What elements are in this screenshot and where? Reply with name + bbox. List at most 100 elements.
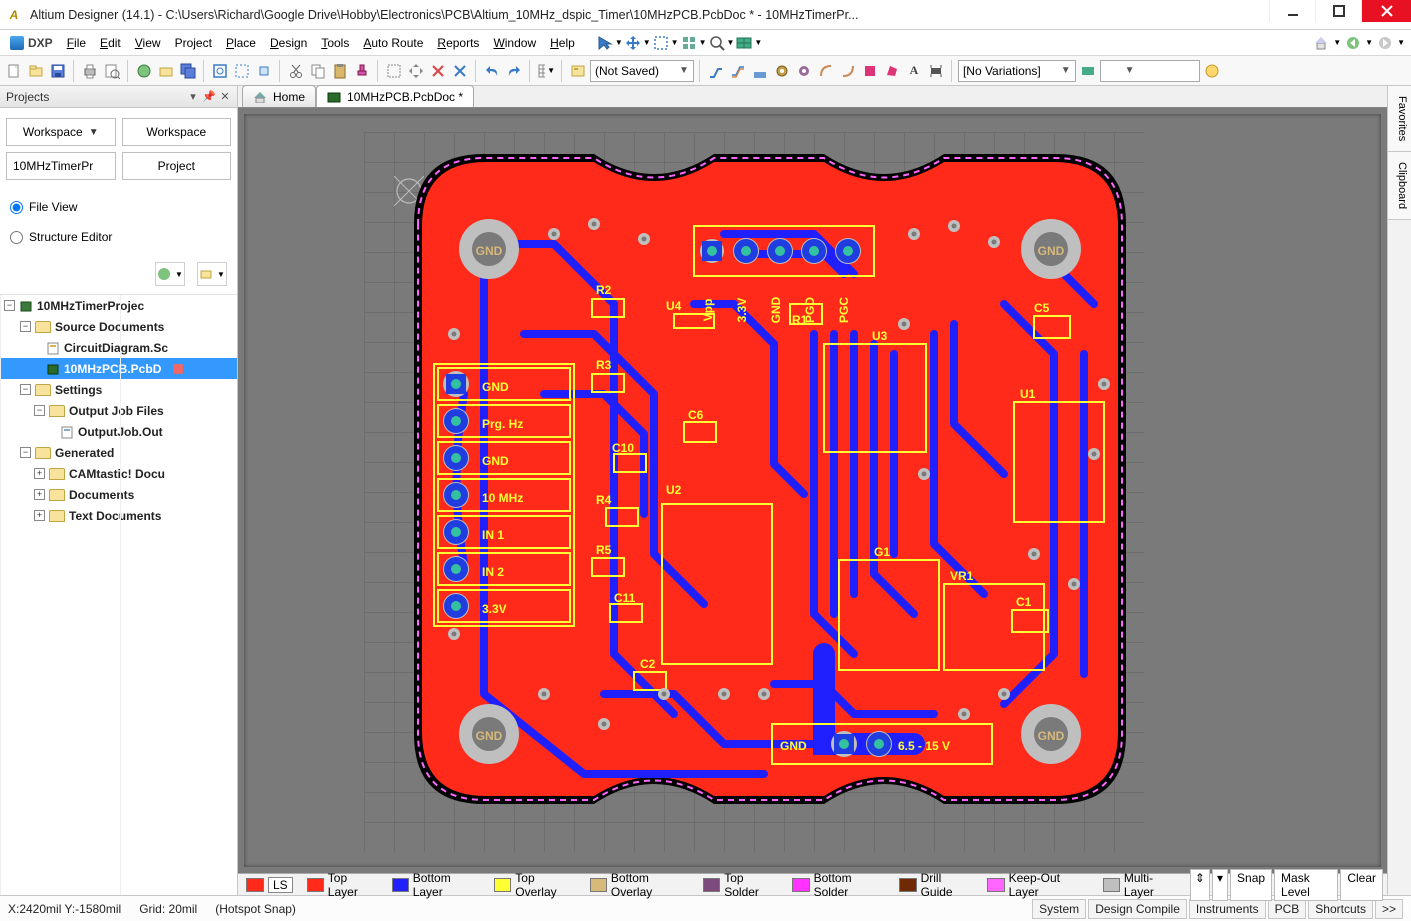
menu-window[interactable]: Window	[487, 34, 542, 52]
mask-level[interactable]: Mask Level	[1274, 869, 1338, 901]
paste-button[interactable]	[330, 61, 350, 81]
tree-toggle-icon[interactable]: −	[20, 447, 31, 458]
layer-top[interactable]: Top Layer	[303, 871, 382, 899]
workspace-dropdown-button[interactable]: Workspace▼	[6, 118, 116, 146]
select-mode-dropdown[interactable]: ▼	[597, 35, 623, 51]
print-button[interactable]	[80, 61, 100, 81]
extra-combo[interactable]: ▼	[1100, 60, 1200, 82]
tree-toggle-icon[interactable]: +	[34, 510, 45, 521]
layer-multi[interactable]: Multi-Layer	[1099, 871, 1184, 899]
zoom-area-button[interactable]	[232, 61, 252, 81]
move-mode-dropdown[interactable]: ▼	[625, 35, 651, 51]
minimize-button[interactable]	[1269, 0, 1315, 22]
layer-grid-dropdown[interactable]: ▼	[736, 35, 762, 51]
layer-bottom-solder[interactable]: Bottom Solder	[788, 871, 889, 899]
route-diff-button[interactable]	[728, 61, 748, 81]
menu-place[interactable]: Place	[220, 34, 262, 52]
tab-pcb[interactable]: 10MHzPCB.PcbDoc *	[316, 85, 474, 107]
place-pad-button[interactable]	[772, 61, 792, 81]
align-dropdown[interactable]: ▼	[681, 35, 707, 51]
nav-forward-icon[interactable]	[1377, 35, 1393, 51]
route-track-button[interactable]	[706, 61, 726, 81]
tree-toggle-icon[interactable]: −	[20, 384, 31, 395]
status-shortcuts[interactable]: Shortcuts	[1308, 899, 1373, 919]
project-tree[interactable]: −10MHzTimerProjec −Source Documents Circ…	[0, 294, 237, 895]
project-options-button[interactable]: ▼	[197, 262, 227, 286]
menu-reports[interactable]: Reports	[431, 34, 485, 52]
tree-text-documents[interactable]: +Text Documents	[0, 505, 237, 526]
menu-project[interactable]: Project	[169, 34, 218, 52]
status-pcb[interactable]: PCB	[1268, 899, 1307, 919]
open-project-button[interactable]	[156, 61, 176, 81]
tree-toggle-icon[interactable]: +	[34, 468, 45, 479]
compile-button[interactable]: ▼	[155, 262, 185, 286]
zoom-fit-button[interactable]	[210, 61, 230, 81]
zoom-selected-button[interactable]	[254, 61, 274, 81]
select-button[interactable]	[384, 61, 404, 81]
move-button[interactable]	[406, 61, 426, 81]
tree-source-documents[interactable]: −Source Documents CircuitDiagram.Sc 10MH…	[0, 316, 237, 379]
close-button[interactable]	[1361, 0, 1411, 22]
redo-button[interactable]	[504, 61, 524, 81]
status-design-compile[interactable]: Design Compile	[1088, 899, 1187, 919]
menu-design[interactable]: Design	[264, 34, 313, 52]
new-doc-button[interactable]	[4, 61, 24, 81]
tree-output-job-file[interactable]: OutputJob.Out	[0, 421, 237, 442]
snapshot-combo[interactable]: (Not Saved) ▼	[590, 60, 694, 82]
rubber-stamp-button[interactable]	[352, 61, 372, 81]
place-arc-center-button[interactable]	[838, 61, 858, 81]
project-button[interactable]: Project	[122, 152, 232, 180]
tab-home[interactable]: Home	[242, 85, 316, 107]
workspace-button[interactable]: Workspace	[122, 118, 232, 146]
tree-toggle-icon[interactable]: +	[34, 489, 45, 500]
dxp-menu[interactable]: DXP	[4, 32, 59, 54]
clear-button[interactable]: Clear	[1340, 869, 1383, 901]
menu-help[interactable]: Help	[544, 34, 581, 52]
tree-output-job-files[interactable]: −Output Job Files OutputJob.Out	[0, 400, 237, 442]
tree-documents[interactable]: +Documents	[0, 484, 237, 505]
menu-autoroute[interactable]: Auto Route	[357, 34, 429, 52]
structure-editor-radio[interactable]: Structure Editor	[10, 222, 227, 252]
tree-toggle-icon[interactable]: −	[20, 321, 31, 332]
right-tab-clipboard[interactable]: Clipboard	[1388, 152, 1411, 220]
layer-bottom[interactable]: Bottom Layer	[388, 871, 485, 899]
tree-toggle-icon[interactable]: −	[34, 405, 45, 416]
grid-dropdown-button[interactable]: ▼	[536, 61, 556, 81]
panel-dropdown-icon[interactable]: ▾	[187, 91, 199, 103]
menu-view[interactable]: View	[129, 34, 167, 52]
undo-button[interactable]	[482, 61, 502, 81]
place-component-button[interactable]	[926, 61, 946, 81]
status-more[interactable]: >>	[1375, 899, 1403, 919]
right-tab-favorites[interactable]: Favorites	[1388, 86, 1411, 152]
layer-top-solder[interactable]: Top Solder	[699, 871, 782, 899]
nav-back-icon[interactable]	[1345, 35, 1361, 51]
save-button[interactable]	[48, 61, 68, 81]
project-name-field[interactable]: 10MHzTimerPr	[6, 152, 116, 180]
layer-bottom-overlay[interactable]: Bottom Overlay	[586, 871, 693, 899]
deselect-button[interactable]	[428, 61, 448, 81]
altium-portal-button[interactable]	[1202, 61, 1222, 81]
tree-pcb-doc[interactable]: 10MHzPCB.PcbD	[0, 358, 237, 379]
cut-button[interactable]	[286, 61, 306, 81]
save-all-button[interactable]	[178, 61, 198, 81]
file-view-radio[interactable]: File View	[10, 192, 227, 222]
menu-tools[interactable]: Tools	[315, 34, 355, 52]
pcb-canvas[interactable]: GND GND GND GND Vpp 3.3V GND PGD	[238, 108, 1387, 873]
place-polygon-button[interactable]	[882, 61, 902, 81]
home-icon[interactable]	[1313, 35, 1329, 51]
tree-root[interactable]: −10MHzTimerProjec −Source Documents Circ…	[0, 295, 237, 526]
place-via-button[interactable]	[794, 61, 814, 81]
status-instruments[interactable]: Instruments	[1189, 899, 1266, 919]
layer-set-button[interactable]: LS	[242, 877, 297, 893]
layer-options-icon[interactable]: ▾	[1212, 869, 1228, 901]
layer-nav-icon[interactable]: ⇕	[1190, 869, 1210, 901]
browse-objects-button[interactable]	[568, 61, 588, 81]
clear-button[interactable]	[450, 61, 470, 81]
pcb-board[interactable]: GND GND GND GND Vpp 3.3V GND PGD	[394, 134, 1146, 824]
status-system[interactable]: System	[1032, 899, 1086, 919]
layer-top-overlay[interactable]: Top Overlay	[490, 871, 580, 899]
menu-file[interactable]: File	[61, 34, 92, 52]
tree-circuit-diagram[interactable]: CircuitDiagram.Sc	[0, 337, 237, 358]
print-preview-button[interactable]	[102, 61, 122, 81]
maximize-button[interactable]	[1315, 0, 1361, 22]
